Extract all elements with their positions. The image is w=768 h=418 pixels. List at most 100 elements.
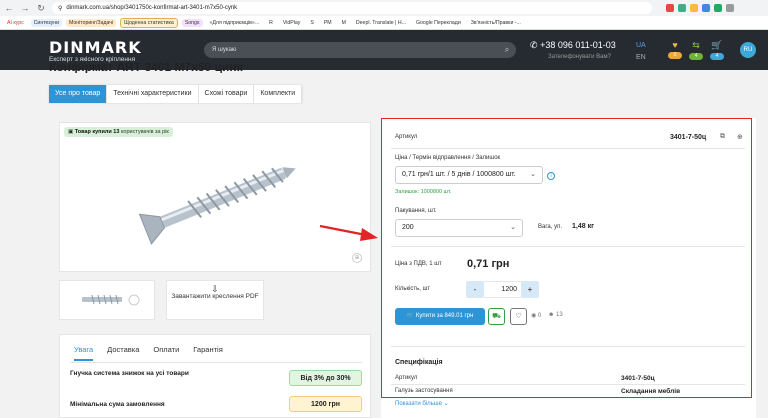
logo-tagline: Експерт з якісного кріплення: [49, 56, 136, 63]
thumbnail-image: [82, 294, 140, 306]
bookmark[interactable]: AI курс: [4, 19, 27, 27]
search-icon[interactable]: ⌕: [502, 45, 512, 55]
bought-prefix: Товар купили: [74, 129, 112, 135]
expand-icon[interactable]: ⊕: [737, 133, 743, 141]
price-term-label: Ціна / Термін відправлення / Залишок: [395, 155, 501, 161]
spec-title: Специфікація: [395, 359, 443, 366]
callback-link[interactable]: Зателефонувати Вам?: [548, 54, 611, 60]
back-icon[interactable]: ←: [4, 3, 14, 13]
download-drawing-button[interactable]: ⇩ Завантажити креслення PDF: [166, 280, 264, 320]
divider: [391, 384, 745, 385]
users-count: ☻ 13: [548, 312, 563, 318]
tab-all-about[interactable]: Усе про товар: [49, 85, 108, 103]
phone-number[interactable]: ✆ +38 096 011-01-03: [530, 40, 616, 51]
qty-plus-button[interactable]: +: [521, 281, 539, 298]
bookmark[interactable]: Щоденна статистика: [120, 17, 178, 28]
discount-value: Від 3% до 30%: [289, 370, 362, 386]
pack-value: 200: [402, 224, 414, 231]
weight-value: 1,48 кг: [572, 223, 594, 230]
bought-count: 13: [113, 129, 120, 135]
forward-icon[interactable]: →: [20, 3, 30, 13]
bought-badge: ▣ Товар купили 13 користувачів за рік: [64, 127, 173, 137]
url-text: dinmark.com.ua/shop/3401750c-konfirmat-a…: [66, 5, 238, 11]
extension-icon[interactable]: [714, 4, 722, 12]
show-more-link[interactable]: Показати більше ⌄: [395, 400, 449, 407]
cart-count: 4: [710, 53, 724, 60]
info-icon[interactable]: i: [547, 172, 555, 180]
extension-icon[interactable]: [702, 4, 710, 12]
truck-icon: ⛟: [492, 313, 501, 320]
bookmark[interactable]: Моніторинг/Задачі: [65, 18, 117, 27]
bookmark[interactable]: S: [307, 19, 316, 27]
annotation-arrow: [319, 224, 378, 241]
heart-icon: ♥: [672, 40, 678, 50]
bookmark[interactable]: Google Переклади: [413, 19, 464, 27]
info-tabs: Увага Доставка Оплати Гарантія: [74, 345, 223, 361]
favorite-button[interactable]: ♡: [510, 308, 527, 325]
lang-ua[interactable]: UA: [636, 40, 646, 52]
delivery-button[interactable]: ⛟: [488, 308, 505, 325]
bookmark[interactable]: Синтезуни: [30, 18, 62, 27]
info-card: Увага Доставка Оплати Гарантія Гнучка си…: [59, 334, 371, 418]
pack-label: Пакування, шт.: [395, 208, 437, 214]
bookmark[interactable]: PM: [321, 19, 335, 27]
tab-delivery[interactable]: Доставка: [107, 345, 139, 361]
download-icon: ⇩: [211, 284, 219, 294]
search-input[interactable]: Я шукаю ⌕: [204, 42, 516, 58]
user-icon: ☻: [548, 312, 555, 318]
tab-attention[interactable]: Увага: [74, 345, 94, 361]
zoom-icon[interactable]: ⊕: [352, 253, 362, 263]
tab-specs[interactable]: Технічні характеристики: [107, 85, 199, 103]
bookmark[interactable]: «Для підприємців»...: [207, 19, 263, 27]
stock-text: Залишок: 1000800 шт.: [395, 189, 452, 195]
cart-icon: ▣: [68, 129, 74, 135]
bookmark[interactable]: Зв'язність/Правки -...: [468, 19, 524, 27]
tab-warranty[interactable]: Гарантія: [193, 345, 222, 361]
tab-kits[interactable]: Комплекти: [254, 85, 303, 103]
bookmark[interactable]: VidPlay: [280, 19, 304, 27]
product-tabs: Усе про товар Технічні характеристики Сх…: [49, 85, 303, 103]
price-term-value: 0,71 грн/1 шт. / 5 днів / 1000800 шт.: [402, 171, 516, 178]
extension-icon[interactable]: [678, 4, 686, 12]
sku-value: 3401-7-50ц: [670, 134, 707, 141]
favorites-button[interactable]: ♥ 0: [668, 40, 682, 60]
logo[interactable]: DINMARK: [49, 38, 142, 57]
copy-icon[interactable]: ⧉: [720, 133, 725, 141]
reload-icon[interactable]: ↻: [36, 3, 46, 13]
pack-select[interactable]: 200 ⌄: [395, 219, 523, 237]
gallery-thumbnail[interactable]: [59, 280, 155, 320]
price-value: 0,71 грн: [467, 258, 510, 270]
compare-button[interactable]: ⇆ 4: [689, 40, 703, 60]
qty-label: Кількість, шт: [395, 286, 431, 292]
extension-icon[interactable]: [666, 4, 674, 12]
buy-button[interactable]: 🛒 Купити за 849.01 грн: [395, 308, 485, 325]
tab-payment[interactable]: Оплати: [153, 345, 179, 361]
bookmark[interactable]: Songs: [181, 18, 203, 27]
lang-en[interactable]: EN: [636, 52, 646, 64]
url-field[interactable]: ⚲ dinmark.com.ua/shop/3401750c-konfirmat…: [52, 2, 652, 14]
divider: [391, 346, 745, 347]
extension-icon[interactable]: [726, 4, 734, 12]
qty-input[interactable]: 1200: [484, 281, 521, 298]
bookmark[interactable]: M: [339, 19, 349, 27]
min-order-value: 1200 грн: [289, 396, 362, 412]
spec-sku-label: Артикул: [395, 375, 418, 381]
browser-address-bar: ← → ↻ ⚲ dinmark.com.ua/shop/3401750c-kon…: [0, 0, 768, 16]
site-info-icon[interactable]: ⚲: [58, 5, 62, 12]
cart-button[interactable]: 🛒 4: [710, 40, 724, 60]
compare-count: 4: [689, 53, 703, 60]
sku-label: Артикул: [395, 134, 418, 140]
buy-label: Купити за 849.01 грн: [415, 313, 474, 319]
tab-similar[interactable]: Схожі товари: [199, 85, 255, 103]
spec-sku-value: 3401-7-50ц: [621, 375, 655, 382]
qty-minus-button[interactable]: -: [466, 281, 484, 298]
search-placeholder: Я шукаю: [212, 47, 237, 53]
user-avatar[interactable]: RU: [740, 42, 756, 58]
price-term-select[interactable]: 0,71 грн/1 шт. / 5 днів / 1000800 шт. ⌄: [395, 166, 543, 184]
extension-icon[interactable]: [690, 4, 698, 12]
compare-icon: ⇆: [692, 40, 700, 50]
bookmark[interactable]: Deepl. Translate | H...: [353, 19, 409, 27]
bookmark[interactable]: R: [266, 19, 276, 27]
download-drawing-label: Завантажити креслення PDF: [171, 293, 259, 300]
product-image-screw[interactable]: [130, 155, 310, 245]
